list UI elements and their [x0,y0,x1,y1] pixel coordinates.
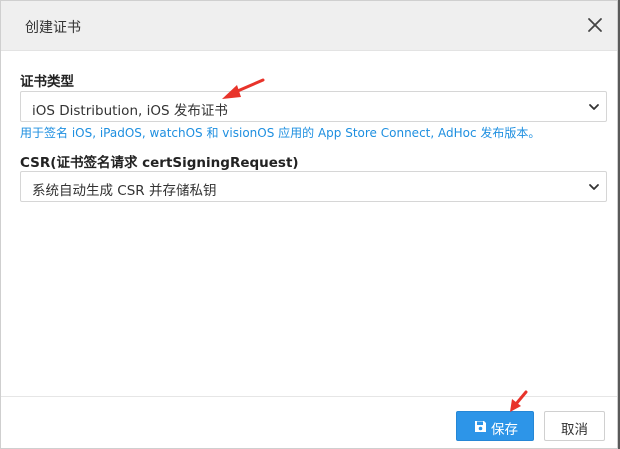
dialog-header: 创建证书 [1,1,617,51]
floppy-disk-icon [475,421,486,432]
cert-type-value: iOS Distribution, iOS 发布证书 [32,103,228,119]
csr-label: CSR(证书签名请求 certSigningRequest) [20,155,299,171]
chevron-down-icon [589,184,599,190]
close-icon[interactable] [585,15,605,35]
cert-type-help-text: 用于签名 iOS, iPadOS, watchOS 和 visionOS 应用的… [20,126,541,140]
cancel-button-label: 取消 [561,422,588,438]
dialog-footer: 保存 取消 [1,396,617,448]
chevron-down-icon [589,104,599,110]
dialog-title: 创建证书 [25,20,81,36]
save-button-label: 保存 [491,422,518,438]
csr-select[interactable]: 系统自动生成 CSR 并存储私钥 [20,171,607,202]
create-certificate-dialog: 创建证书 证书类型 iOS Distribution, iOS 发布证书 用于签… [0,0,618,449]
cert-type-label: 证书类型 [20,74,74,90]
cert-type-select[interactable]: iOS Distribution, iOS 发布证书 [20,91,607,122]
csr-value: 系统自动生成 CSR 并存储私钥 [32,183,217,199]
save-button[interactable]: 保存 [456,411,534,441]
cancel-button[interactable]: 取消 [544,411,605,441]
